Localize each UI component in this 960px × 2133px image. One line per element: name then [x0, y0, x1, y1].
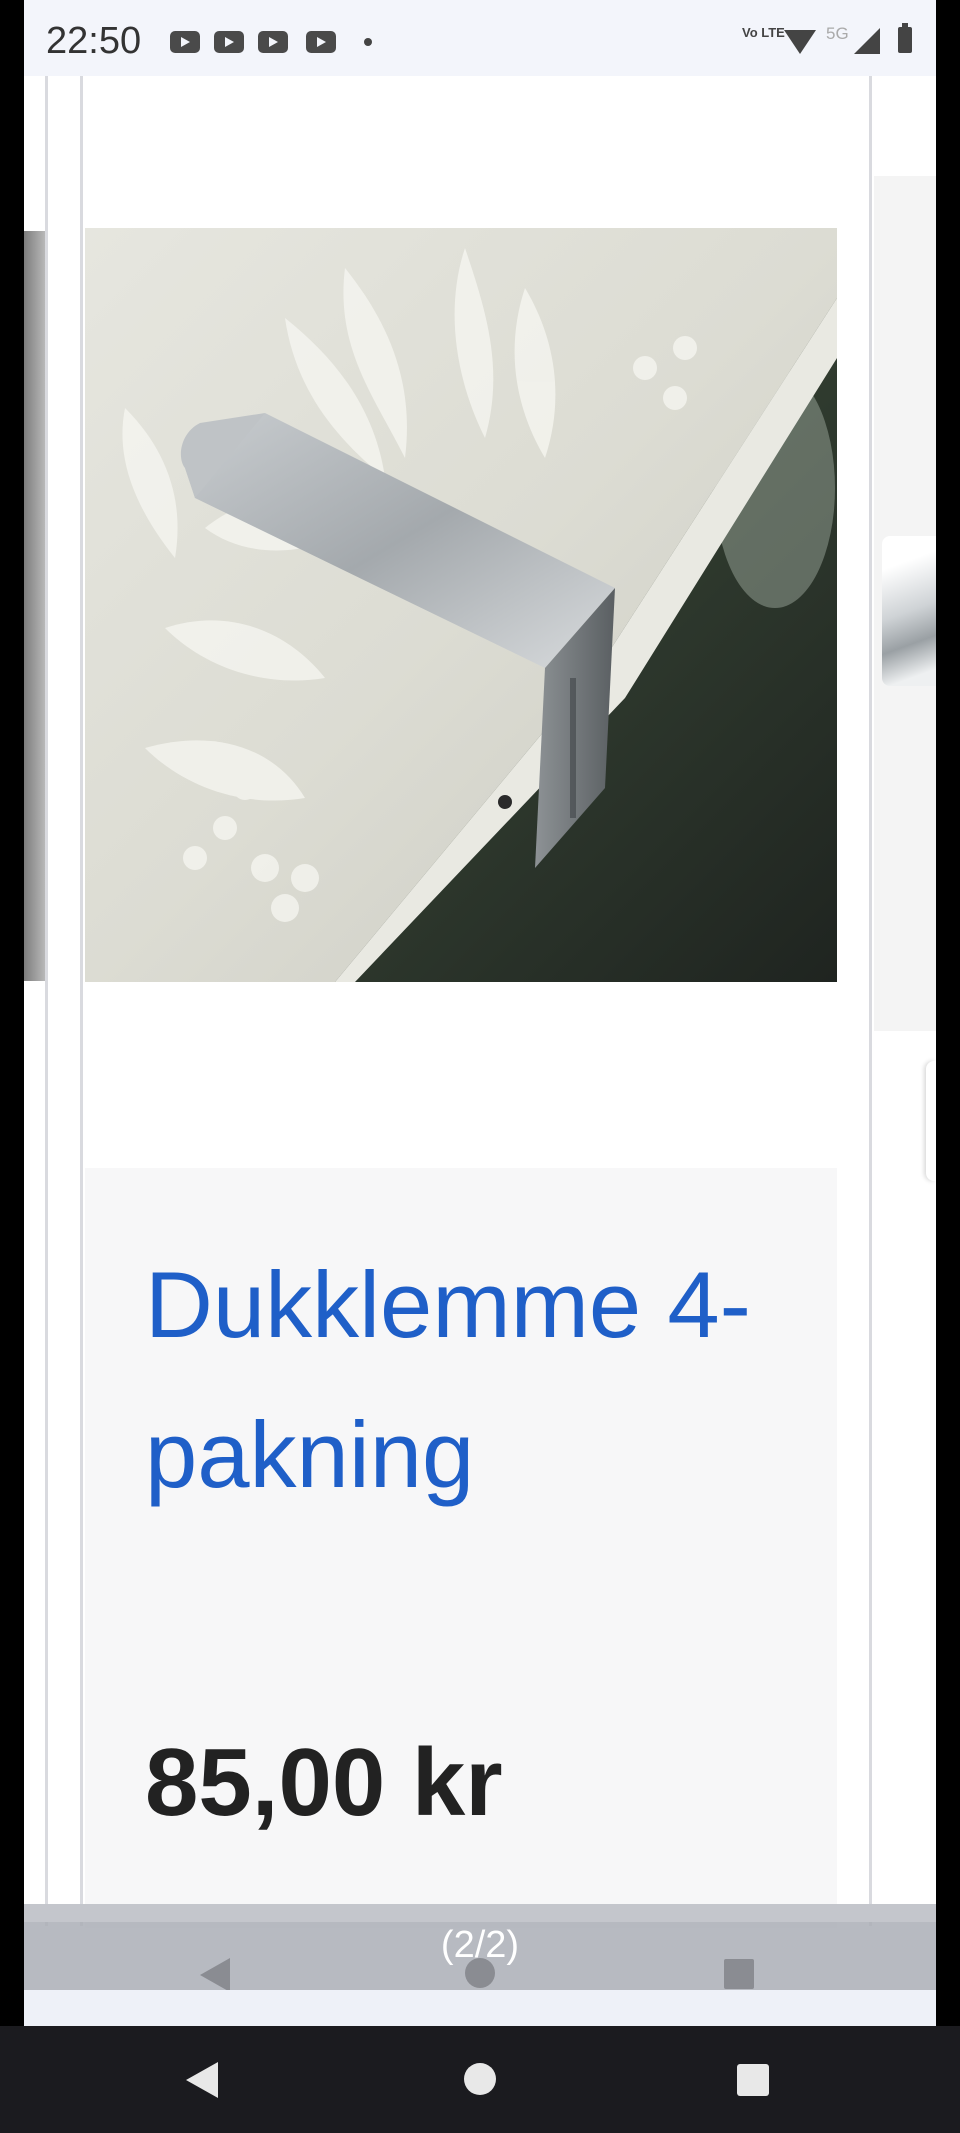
news-icon [170, 31, 200, 53]
battery-icon [898, 23, 912, 53]
status-bar: 22:50 Vo LTE 5G [24, 0, 936, 76]
card-divider [45, 76, 48, 1926]
video-icon [306, 31, 336, 53]
home-button[interactable] [464, 2063, 496, 2095]
image-counter: (2/2) [440, 1924, 520, 1966]
next-card-image[interactable] [882, 536, 936, 686]
overlay-top-strip [24, 1904, 936, 1922]
volte-icon: Vo LTE [742, 25, 785, 40]
product-card[interactable]: Dukklemme 4-pakning 85,00 kr [85, 76, 837, 1928]
next-card-tab[interactable] [926, 1061, 936, 1181]
bottom-strip [24, 1990, 936, 2026]
product-carousel[interactable]: Dukklemme 4-pakning 85,00 kr [24, 76, 936, 2026]
signal-icon [854, 28, 880, 54]
product-image[interactable] [85, 228, 837, 982]
card-divider [80, 76, 83, 1926]
card-divider [869, 76, 872, 1926]
more-notifications-icon [364, 38, 372, 46]
youtube-icon [214, 31, 244, 53]
back-button[interactable] [186, 2062, 218, 2098]
screen: 22:50 Vo LTE 5G Dukklemme 4-pakning 85,0… [24, 0, 936, 2026]
youtube-music-icon [258, 31, 288, 53]
recents-button[interactable] [737, 2064, 769, 2096]
previous-card[interactable] [24, 231, 45, 981]
product-price: 85,00 kr [145, 1729, 503, 1836]
product-title[interactable]: Dukklemme 4-pakning [145, 1230, 765, 1530]
product-photo [85, 228, 837, 982]
network-type-label: 5G [826, 24, 849, 43]
clock: 22:50 [46, 20, 142, 62]
wifi-icon [784, 30, 816, 54]
product-info: Dukklemme 4-pakning 85,00 kr [85, 1168, 837, 1928]
